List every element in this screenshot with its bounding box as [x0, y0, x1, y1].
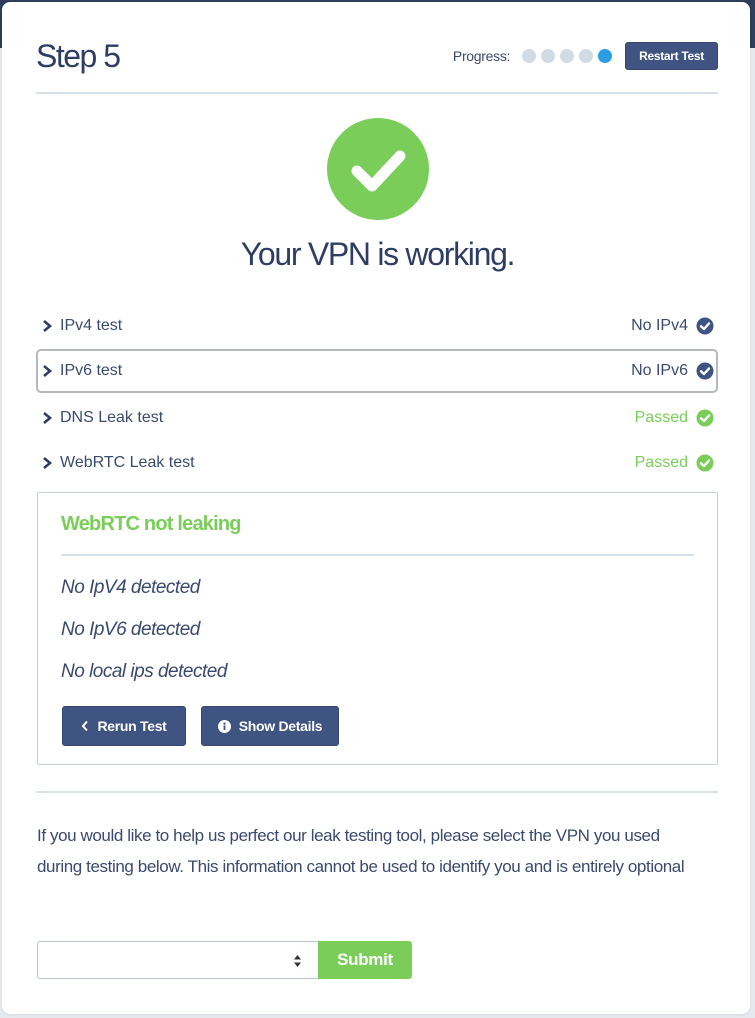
feedback-description: If you would like to help us perfect our…	[37, 826, 685, 876]
test-label: WebRTC Leak test	[60, 454, 195, 471]
section-divider	[36, 791, 718, 793]
webrtc-result-line: No IpV6 detected	[61, 619, 200, 640]
card-header: Step 5 Progress: Restart Test	[36, 36, 718, 92]
test-status: No IPv4	[631, 317, 688, 334]
rerun-test-button[interactable]: Rerun Test	[62, 706, 186, 746]
test-row-ipv6[interactable]: IPv6 test No IPv6	[36, 349, 718, 393]
progress-dot-1	[522, 49, 537, 63]
progress-dot-3	[560, 49, 575, 63]
check-circle-icon	[696, 362, 714, 380]
chevron-right-icon	[43, 320, 53, 332]
chevron-right-icon	[43, 365, 53, 377]
progress-label: Progress:	[452, 48, 511, 64]
webrtc-details-panel: WebRTC not leaking No IpV4 detected No I…	[37, 492, 718, 765]
webrtc-result-line: No local ips detected	[61, 661, 227, 682]
test-row-webrtc-leak[interactable]: WebRTC Leak test Passed	[36, 441, 718, 485]
webrtc-result-title: WebRTC not leaking	[61, 513, 241, 535]
chevron-left-icon	[82, 720, 89, 732]
show-details-label: Show Details	[238, 718, 323, 734]
result-headline: Your VPN is working.	[240, 236, 516, 272]
check-circle-icon	[696, 317, 714, 335]
chevron-right-icon	[43, 457, 53, 469]
webrtc-result-line: No IpV4 detected	[61, 577, 200, 598]
check-circle-icon	[696, 409, 714, 427]
info-circle-icon	[217, 719, 231, 733]
progress-dot-5	[598, 49, 613, 63]
check-circle-icon	[327, 118, 429, 220]
test-status: Passed	[634, 409, 688, 426]
progress-indicator: Progress: Restart Test	[453, 42, 718, 70]
test-label: DNS Leak test	[60, 409, 164, 426]
test-row-dns-leak[interactable]: DNS Leak test Passed	[36, 396, 718, 440]
step-title: Step 5	[36, 38, 121, 74]
rerun-test-label: Rerun Test	[97, 718, 167, 734]
progress-dot-4	[579, 49, 594, 63]
restart-test-button[interactable]: Restart Test	[625, 42, 718, 70]
chevron-right-icon	[43, 412, 53, 424]
progress-dot-2	[541, 49, 556, 63]
test-status: No IPv6	[631, 362, 688, 379]
show-details-button[interactable]: Show Details	[201, 706, 339, 746]
vpn-select-dropdown[interactable]	[37, 941, 318, 979]
test-status: Passed	[634, 454, 688, 471]
select-arrows-icon	[294, 955, 301, 967]
test-label: IPv6 test	[60, 362, 123, 379]
submit-button[interactable]: Submit	[318, 941, 412, 979]
test-label: IPv4 test	[60, 317, 123, 334]
panel-divider	[61, 554, 694, 556]
header-divider	[36, 92, 718, 94]
check-circle-icon	[696, 454, 714, 472]
test-row-ipv4[interactable]: IPv4 test No IPv4	[36, 304, 718, 348]
